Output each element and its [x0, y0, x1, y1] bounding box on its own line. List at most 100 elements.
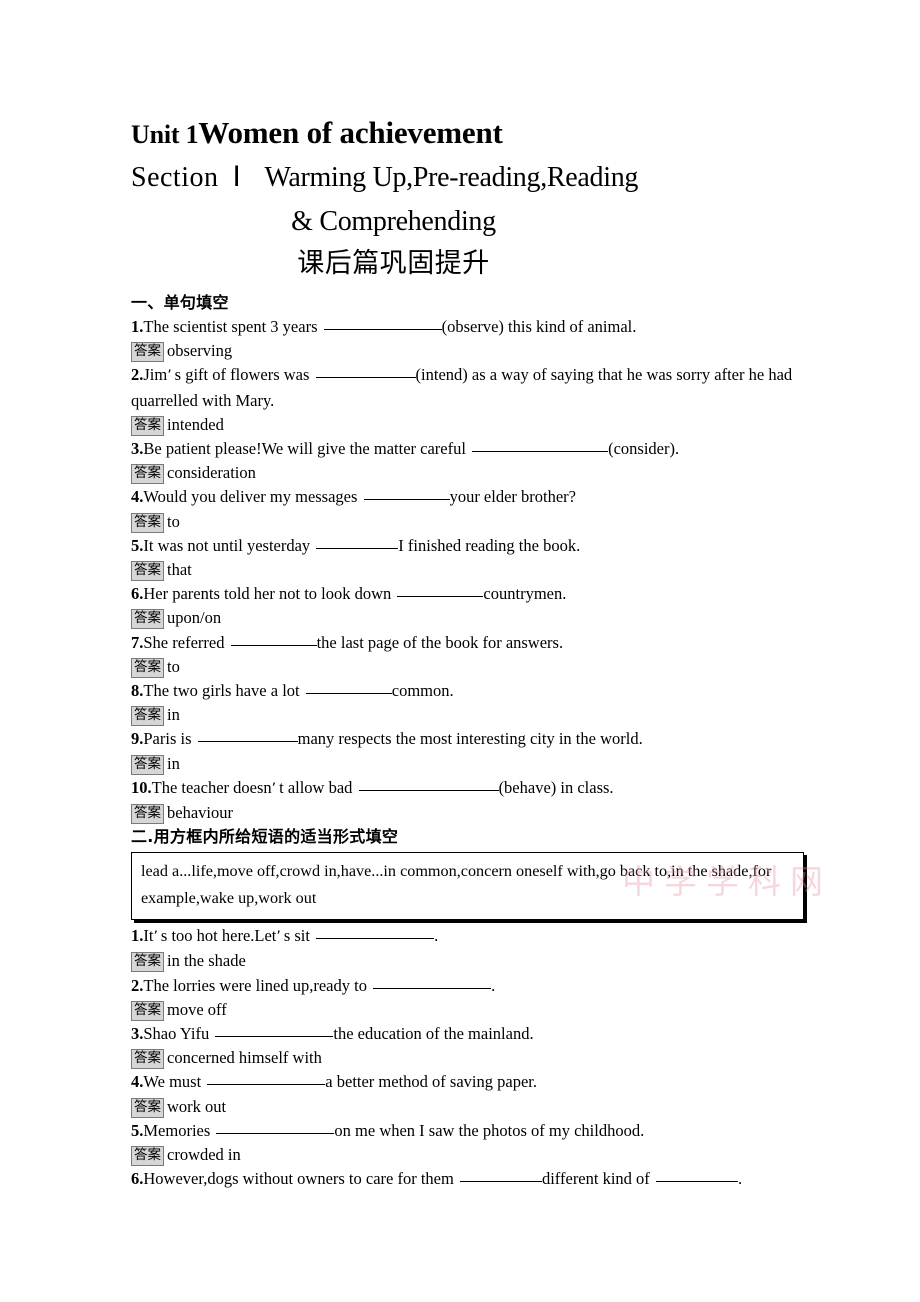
answer-line: 答案 in the shade	[131, 949, 824, 973]
answer-blank	[397, 584, 484, 598]
answer-text: work out	[167, 1096, 227, 1116]
answer-blank	[655, 1169, 738, 1183]
answer-text: to	[167, 511, 180, 531]
answer-line: 答案 consideration	[131, 461, 824, 485]
question-text-mid: s too hot here.Let	[160, 926, 277, 946]
question-number: 8.	[131, 681, 144, 701]
question-number: 10.	[131, 777, 152, 797]
question-number: 4.	[131, 487, 144, 507]
answer-blank	[215, 1024, 334, 1038]
answer-blank	[373, 976, 492, 989]
question-item: 4.We must a better method of saving pape…	[131, 1070, 824, 1094]
question-number: 6.	[131, 1169, 144, 1189]
answer-text: consideration	[167, 463, 256, 483]
question-text-pre: The teacher doesn	[151, 777, 272, 797]
answer-tag: 答案	[131, 1000, 164, 1021]
question-text-post: .	[737, 1169, 743, 1189]
answer-tag: 答案	[131, 464, 164, 485]
answer-line: 答案 work out	[131, 1095, 824, 1119]
answer-blank	[323, 317, 442, 330]
question-text-pre: However,dogs without owners to care for …	[143, 1169, 458, 1189]
section-number: Ⅰ	[232, 162, 241, 193]
answer-text: behaviour	[167, 803, 233, 823]
question-item: 1.The scientist spent 3 years (observe) …	[131, 315, 824, 339]
answer-tag: 答案	[131, 1146, 164, 1167]
answer-blank	[316, 536, 399, 549]
section-two-items: 1.It’ s too hot here.Let’ s sit . 答案 in the…	[131, 924, 824, 1191]
question-text-mid: t allow bad	[279, 777, 357, 797]
answer-text: in the shade	[167, 951, 246, 971]
question-item: 7.She referred the last page of the book…	[131, 631, 824, 655]
section-one-heading: 一、单句填空	[131, 293, 229, 312]
answer-blank	[472, 439, 609, 453]
apostrophe-mark: ’	[271, 780, 277, 797]
question-text-pre: Jim	[143, 365, 168, 385]
question-text-post: (consider).	[608, 439, 680, 459]
question-item: 3.Be patient please!We will give the mat…	[131, 437, 824, 461]
question-text-pre: The scientist spent 3 years	[143, 317, 322, 336]
answer-text: in	[167, 753, 180, 773]
question-item: 3.Shao Yifu the education of the mainlan…	[131, 1022, 824, 1046]
section-one-items: 1.The scientist spent 3 years (observe) …	[131, 315, 824, 825]
question-item: 9.Paris is many respects the most intere…	[131, 727, 824, 751]
answer-tag: 答案	[131, 609, 164, 630]
answer-text: to	[167, 656, 180, 676]
question-text-pre: Memories	[143, 1120, 215, 1140]
answer-line: 答案 observing	[131, 339, 824, 363]
question-text-post: many respects the most interesting city …	[297, 729, 643, 749]
section-word: Section	[131, 162, 219, 193]
answer-line: 答案 move off	[131, 998, 824, 1022]
answer-tag: 答案	[131, 754, 164, 775]
question-number: 6.	[131, 584, 144, 604]
answer-tag: 答案	[131, 415, 164, 436]
question-item: 5.It was not until yesterday I finished …	[131, 534, 824, 558]
answer-line: 答案 concerned himself with	[131, 1046, 824, 1070]
answer-blank	[316, 926, 435, 940]
answer-blank	[197, 729, 298, 743]
document-body: 一、单句填空 1.The scientist spent 3 years (ob…	[0, 284, 920, 1192]
document-page: 中学学科网 Unit 1Women of achievement Section…	[0, 0, 920, 1302]
question-number: 1.	[131, 926, 144, 946]
answer-tag: 答案	[131, 804, 164, 825]
question-item: 4.Would you deliver my messages your eld…	[131, 485, 824, 509]
unit-number: Unit 1	[131, 120, 199, 149]
question-text-pre: The two girls have a lot	[143, 681, 304, 701]
answer-blank	[207, 1072, 326, 1086]
question-text-post: common.	[391, 681, 454, 701]
answer-line: 答案 in	[131, 703, 824, 727]
question-text-post: on me when I saw the photos of my childh…	[334, 1120, 645, 1140]
answer-text: in	[167, 705, 180, 725]
section-two-heading: 二.用方框内所给短语的适当形式填空	[131, 827, 399, 847]
question-number: 2.	[131, 365, 144, 385]
question-number: 5.	[131, 1120, 144, 1140]
question-text-mid: s gift of flowers was	[174, 365, 314, 385]
answer-tag: 答案	[131, 561, 164, 582]
answer-text: observing	[167, 341, 233, 361]
question-text-post: .	[434, 926, 439, 946]
question-item: 8.The two girls have a lot common.	[131, 679, 824, 703]
question-text-pre: Be patient please!We will give the matte…	[143, 439, 471, 459]
document-header: Unit 1Women of achievement Section Ⅰ Warmi…	[0, 0, 920, 284]
answer-line: 答案 to	[131, 655, 824, 679]
question-text-post: .	[491, 975, 496, 995]
answer-tag: 答案	[131, 1049, 164, 1070]
question-item: 1.It’ s too hot here.Let’ s sit .	[131, 924, 824, 949]
answer-text: that	[167, 560, 192, 580]
question-text-pre: We must	[143, 1072, 206, 1092]
answer-line: 答案 to	[131, 510, 824, 534]
answer-line: 答案 that	[131, 558, 824, 582]
answer-blank	[363, 487, 450, 501]
question-text-pre: Would you deliver my messages	[143, 487, 362, 507]
question-text-pre: It	[143, 926, 154, 946]
answer-line: 答案 upon/on	[131, 606, 824, 630]
question-number: 5.	[131, 535, 144, 555]
answer-blank	[315, 365, 416, 379]
subtitle-chinese: 课后篇巩固提升	[297, 248, 490, 279]
answer-blank	[459, 1169, 542, 1183]
answer-text: intended	[167, 414, 224, 434]
apostrophe-mark: ’	[276, 929, 281, 946]
answer-line: 答案 crowded in	[131, 1143, 824, 1167]
answer-line: 答案 behaviour	[131, 801, 824, 825]
section-title-line-1: Section Ⅰ Warming Up,Pre-reading,Reading	[131, 156, 810, 200]
question-text-post: (observe) this kind of animal.	[441, 317, 637, 336]
